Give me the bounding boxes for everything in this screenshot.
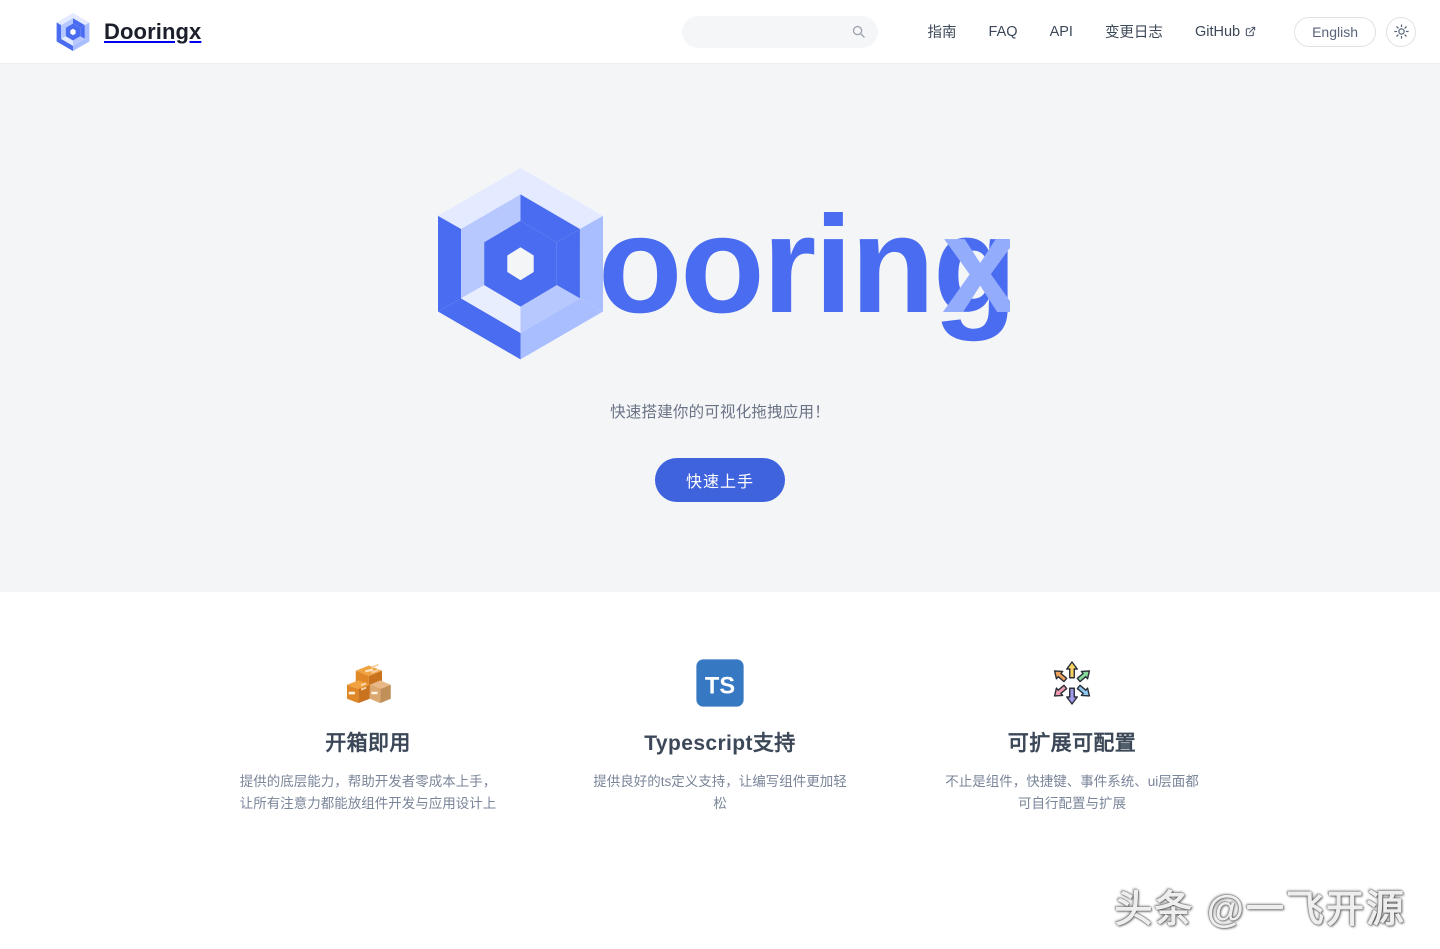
feature-description: 提供的底层能力，帮助开发者零成本上手，让所有注意力都能放组件开发与应用设计上 (239, 774, 497, 811)
nav-link-api[interactable]: API (1034, 18, 1089, 46)
multi-direction-arrows-icon (1044, 655, 1100, 711)
feature-title: 可扩展可配置 (1007, 732, 1137, 755)
brand-title: Dooringx (104, 18, 202, 44)
hero-logo: ooring x (430, 64, 1010, 362)
primary-nav: 指南 FAQ API 变更日志 GitHub (912, 15, 1273, 48)
nav-link-changelog[interactable]: 变更日志 (1089, 15, 1179, 48)
language-button-label: English (1312, 23, 1358, 40)
sun-icon (1393, 24, 1409, 39)
feature-description: 提供良好的ts定义支持，让编写组件更加轻松 (593, 774, 847, 811)
nav-link-label: API (1049, 23, 1073, 40)
nav-link-github[interactable]: GitHub (1179, 18, 1272, 46)
search-icon (852, 25, 865, 38)
feature-card-out-of-the-box: 开箱即用 提供的底层能力，帮助开发者零成本上手，让所有注意力都能放组件开发与应用… (192, 655, 544, 815)
external-link-icon (1245, 26, 1256, 37)
typescript-logo-icon: TS (692, 655, 748, 711)
hero-tagline: 快速搭建你的可视化拖拽应用！ (610, 404, 830, 421)
svg-text:TS: TS (705, 674, 735, 700)
nav-link-label: FAQ (988, 23, 1018, 40)
feature-title: Typescript支持 (644, 732, 796, 755)
brand-home-link[interactable]: Dooringx (56, 12, 202, 51)
header-right-cluster: 指南 FAQ API 变更日志 GitHub English (681, 15, 1416, 48)
hero-section: ooring x 快速搭建你的可视化拖拽应用！ 快速上手 (0, 64, 1440, 592)
language-button[interactable]: English (1294, 16, 1376, 47)
get-started-button[interactable]: 快速上手 (655, 458, 785, 502)
nav-link-guide[interactable]: 指南 (912, 15, 973, 48)
feature-card-typescript: TS Typescript支持 提供良好的ts定义支持，让编写组件更加轻松 (544, 655, 896, 815)
nav-link-label: 变更日志 (1104, 25, 1163, 41)
feature-card-extensible: 可扩展可配置 不止是组件，快捷键、事件系统、ui层面都可自行配置与扩展 (896, 655, 1248, 815)
package-boxes-icon (340, 655, 396, 711)
features-section: 开箱即用 提供的底层能力，帮助开发者零成本上手，让所有注意力都能放组件开发与应用… (0, 592, 1440, 815)
theme-toggle-button[interactable] (1386, 16, 1416, 47)
nav-link-label: 指南 (927, 25, 957, 41)
dooringx-cube-logo-icon (56, 12, 90, 51)
nav-link-faq[interactable]: FAQ (973, 18, 1034, 46)
site-header: Dooringx 指南 FAQ API 变更日志 GitHub English (0, 0, 1440, 64)
get-started-label: 快速上手 (685, 474, 754, 491)
feature-title: 开箱即用 (325, 732, 411, 755)
svg-text:x: x (942, 188, 1010, 342)
watermark: 头条 @一飞开源 (1114, 889, 1406, 931)
search-box[interactable] (681, 15, 878, 48)
search-input[interactable] (695, 24, 851, 39)
nav-link-label: GitHub (1194, 23, 1241, 40)
feature-description: 不止是组件，快捷键、事件系统、ui层面都可自行配置与扩展 (945, 774, 1199, 811)
